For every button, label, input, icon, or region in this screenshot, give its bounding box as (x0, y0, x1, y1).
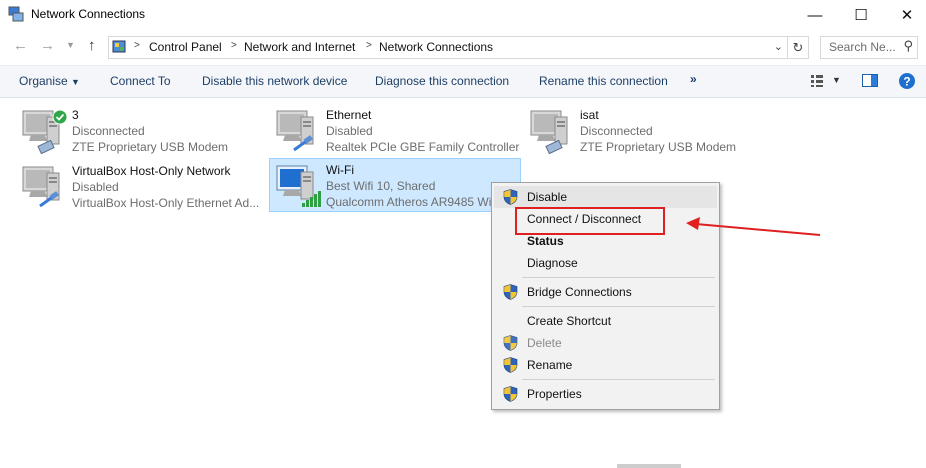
connection-status: Disconnected (580, 124, 653, 138)
horizontal-scrollbar[interactable] (617, 464, 681, 468)
forward-arrow-icon[interactable]: → (40, 37, 55, 54)
menu-item-label: Diagnose (527, 256, 578, 270)
menu-item-disable[interactable]: Disable (494, 186, 717, 208)
search-icon: ⚲ (903, 38, 913, 53)
command-bar: Organise ▼ Connect To Disable this netwo… (0, 65, 926, 98)
search-placeholder: Search Ne... (829, 40, 896, 54)
menu-separator (522, 277, 715, 278)
network-connections-icon (8, 6, 24, 22)
close-button[interactable]: ✕ (884, 0, 926, 30)
address-dropdown-chevron-icon[interactable]: ⌄ (774, 40, 783, 53)
connection-status: Disconnected (72, 124, 145, 138)
connection-item-ethernet[interactable]: Ethernet Disabled Realtek PCIe GBE Famil… (270, 104, 520, 157)
up-arrow-icon[interactable]: ↑ (88, 37, 96, 54)
connection-device: VirtualBox Host-Only Ethernet Ad... (72, 196, 260, 210)
help-icon[interactable]: ? (898, 72, 916, 90)
window-title: Network Connections (31, 7, 146, 21)
connection-device: Realtek PCIe GBE Family Controller (326, 140, 520, 154)
connection-name: VirtualBox Host-Only Network (72, 164, 231, 178)
breadcrumb-separator-icon: > (231, 40, 237, 51)
rename-connection-button[interactable]: Rename this connection (539, 74, 668, 88)
maximize-button[interactable]: ☐ (838, 0, 884, 30)
search-input[interactable]: Search Ne... ⚲ (820, 36, 918, 59)
menu-item-label: Bridge Connections (527, 285, 632, 299)
refresh-button[interactable]: ↻ (787, 36, 809, 59)
menu-item-label: Disable (527, 190, 568, 204)
uac-shield-icon (503, 284, 518, 300)
menu-item-properties[interactable]: Properties (494, 383, 717, 405)
connection-device: Qualcomm Atheros AR9485 Wi... (326, 195, 502, 209)
connection-name: isat (580, 108, 599, 122)
connection-item-3[interactable]: 3 Disconnected ZTE Proprietary USB Modem (16, 104, 256, 157)
menu-item-label: Rename (527, 358, 573, 372)
wifi-icon (274, 163, 321, 207)
address-row: ← → ▼ ↑ > Control Panel > Network and In… (0, 31, 926, 63)
diagnose-connection-button[interactable]: Diagnose this connection (375, 74, 509, 88)
ethernet-icon (274, 108, 322, 152)
connection-device: ZTE Proprietary USB Modem (580, 140, 737, 154)
view-options-chevron-icon[interactable]: ▼ (832, 75, 841, 85)
uac-shield-icon (503, 386, 518, 402)
uac-shield-icon (503, 357, 518, 373)
annotation-highlight-box (515, 207, 665, 235)
minimize-button[interactable]: — (792, 0, 838, 30)
connection-item-isat[interactable]: isat Disconnected ZTE Proprietary USB Mo… (524, 104, 764, 157)
change-view-icon[interactable] (810, 74, 824, 88)
menu-item-label: Properties (527, 387, 582, 401)
menu-item-bridge-connections[interactable]: Bridge Connections (494, 281, 717, 303)
modem-connected-icon (20, 109, 68, 154)
connection-name: Ethernet (326, 108, 372, 122)
organise-label: Organise (19, 74, 68, 88)
ethernet-icon (20, 164, 68, 208)
preview-pane-icon[interactable] (862, 74, 879, 88)
connection-name: 3 (72, 108, 79, 122)
connection-item-virtualbox[interactable]: VirtualBox Host-Only Network Disabled Vi… (16, 160, 266, 213)
menu-item-delete: Delete (494, 332, 717, 354)
connect-to-button[interactable]: Connect To (110, 74, 171, 88)
chevron-down-icon: ▼ (71, 77, 80, 87)
breadcrumb-separator-icon: > (366, 40, 372, 51)
menu-item-rename[interactable]: Rename (494, 354, 717, 376)
modem-icon (528, 108, 576, 154)
title-bar: Network Connections — ☐ ✕ (0, 0, 926, 30)
connection-status: Disabled (326, 124, 373, 138)
menu-separator (522, 306, 715, 307)
connection-device: ZTE Proprietary USB Modem (72, 140, 229, 154)
disable-device-button[interactable]: Disable this network device (202, 74, 347, 88)
connection-name: Wi-Fi (326, 163, 354, 177)
menu-item-label: Create Shortcut (527, 314, 612, 328)
connection-item-wifi[interactable]: Wi-Fi Best Wifi 10, Shared Qualcomm Athe… (269, 158, 521, 212)
address-bar[interactable]: > Control Panel > Network and Internet >… (108, 36, 788, 59)
recent-locations-chevron-icon[interactable]: ▼ (66, 40, 75, 50)
more-commands-button[interactable]: » (690, 72, 697, 86)
breadcrumb-control-panel[interactable]: Control Panel (149, 40, 222, 54)
menu-item-label: Status (527, 234, 564, 248)
refresh-icon: ↻ (792, 39, 804, 55)
menu-item-create-shortcut[interactable]: Create Shortcut (494, 310, 717, 332)
connection-status: Disabled (72, 180, 119, 194)
back-arrow-icon[interactable]: ← (13, 37, 28, 54)
annotation-arrow-icon (686, 217, 821, 236)
connection-status: Best Wifi 10, Shared (326, 179, 436, 193)
menu-item-label: Delete (527, 336, 562, 350)
breadcrumb-separator-icon: > (134, 40, 140, 51)
breadcrumb-network-connections[interactable]: Network Connections (379, 40, 493, 54)
organise-button[interactable]: Organise ▼ (19, 74, 80, 88)
svg-text:?: ? (903, 75, 910, 89)
uac-shield-icon (503, 335, 518, 351)
control-panel-icon (112, 40, 126, 53)
menu-separator (522, 379, 715, 380)
menu-item-diagnose[interactable]: Diagnose (494, 252, 717, 274)
breadcrumb-network-and-internet[interactable]: Network and Internet (244, 40, 355, 54)
uac-shield-icon (503, 189, 518, 205)
